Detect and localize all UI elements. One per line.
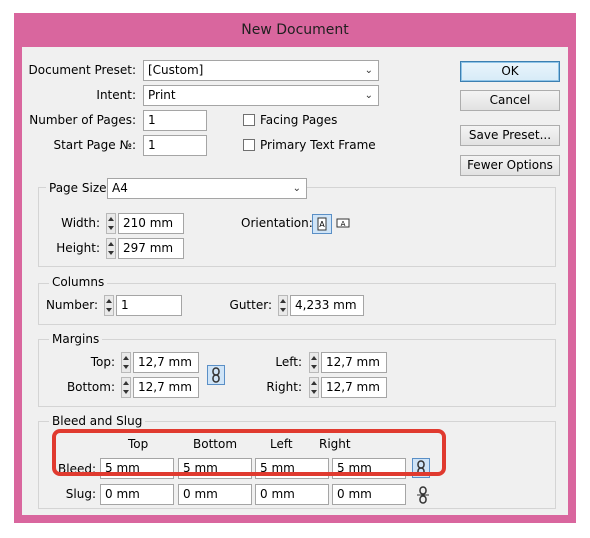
portrait-icon: A: [317, 217, 327, 231]
width-input[interactable]: 210 mm: [118, 213, 184, 234]
margin-right-label: Right:: [266, 380, 302, 394]
start-page-label: Start Page №:: [53, 138, 136, 152]
svg-text:A: A: [341, 220, 346, 228]
width-label: Width:: [61, 216, 100, 230]
margin-bottom-stepper[interactable]: [121, 377, 131, 398]
columns-number-stepper[interactable]: [104, 295, 114, 316]
gutter-input[interactable]: 4,233 mm: [290, 295, 364, 316]
start-page-input[interactable]: 1: [143, 135, 207, 156]
facing-pages-checkbox[interactable]: [243, 114, 255, 126]
orientation-label: Orientation:: [241, 216, 313, 230]
margin-left-input[interactable]: 12,7 mm: [321, 352, 387, 373]
cancel-button[interactable]: Cancel: [460, 90, 560, 111]
chain-link-icon: [212, 367, 220, 383]
columns-number-label: Number:: [45, 298, 98, 312]
portrait-orientation-button[interactable]: A: [312, 214, 332, 234]
ok-button[interactable]: OK: [460, 61, 560, 82]
page-size-label: Page Size:: [46, 181, 114, 195]
height-input[interactable]: 297 mm: [118, 238, 184, 259]
margin-right-input[interactable]: 12,7 mm: [321, 377, 387, 398]
slug-bottom-input[interactable]: 0 mm: [178, 484, 252, 505]
margin-bottom-input[interactable]: 12,7 mm: [133, 377, 199, 398]
primary-text-frame-checkbox[interactable]: [243, 139, 255, 151]
facing-pages-label: Facing Pages: [260, 113, 338, 127]
margins-group: [38, 339, 556, 407]
margin-left-stepper[interactable]: [309, 352, 319, 373]
margin-right-stepper[interactable]: [309, 377, 319, 398]
intent-select[interactable]: Print ⌄: [143, 85, 379, 106]
svg-text:A: A: [319, 220, 325, 229]
save-preset-button[interactable]: Save Preset...: [460, 125, 560, 146]
width-stepper[interactable]: [106, 213, 116, 234]
intent-label: Intent:: [96, 88, 136, 102]
fewer-options-button[interactable]: Fewer Options: [460, 155, 560, 176]
landscape-icon: A: [336, 218, 350, 228]
chevron-down-icon: ⌄: [364, 90, 373, 101]
number-of-pages-label: Number of Pages:: [29, 113, 136, 127]
margins-link-button[interactable]: [207, 365, 225, 385]
slug-left-input[interactable]: 0 mm: [255, 484, 329, 505]
gutter-stepper[interactable]: [278, 295, 288, 316]
page-size-value: A4: [112, 181, 128, 195]
intent-value: Print: [148, 88, 176, 102]
height-label: Height:: [56, 241, 100, 255]
preset-select[interactable]: [Custom] ⌄: [143, 60, 379, 81]
broken-chain-icon: [417, 486, 429, 504]
margin-left-label: Left:: [275, 355, 302, 369]
columns-title: Columns: [49, 275, 108, 289]
landscape-orientation-button[interactable]: A: [334, 214, 354, 234]
height-stepper[interactable]: [106, 238, 116, 259]
margins-title: Margins: [49, 332, 103, 346]
slug-right-input[interactable]: 0 mm: [332, 484, 406, 505]
dialog-window: New Document Document Preset: [Custom] ⌄…: [14, 13, 576, 523]
preset-value: [Custom]: [148, 63, 204, 77]
dialog-title: New Document: [241, 22, 349, 38]
margin-bottom-label: Bottom:: [66, 380, 115, 394]
margin-top-input[interactable]: 12,7 mm: [133, 352, 199, 373]
dialog-body: Document Preset: [Custom] ⌄ Intent: Prin…: [22, 47, 568, 515]
bleed-highlight-annotation: [52, 429, 446, 476]
columns-number-input[interactable]: 1: [116, 295, 182, 316]
preset-label: Document Preset:: [28, 63, 136, 77]
slug-link-button[interactable]: [415, 486, 431, 504]
number-of-pages-input[interactable]: 1: [143, 110, 207, 131]
gutter-label: Gutter:: [229, 298, 272, 312]
margin-top-stepper[interactable]: [121, 352, 131, 373]
slug-top-input[interactable]: 0 mm: [100, 484, 174, 505]
page-size-select[interactable]: A4 ⌄: [107, 178, 307, 199]
slug-label: Slug:: [65, 487, 96, 501]
margin-top-label: Top:: [90, 355, 115, 369]
bleed-slug-title: Bleed and Slug: [49, 414, 146, 428]
primary-text-frame-label: Primary Text Frame: [260, 138, 376, 152]
chevron-down-icon: ⌄: [292, 183, 301, 194]
chevron-down-icon: ⌄: [364, 65, 373, 76]
